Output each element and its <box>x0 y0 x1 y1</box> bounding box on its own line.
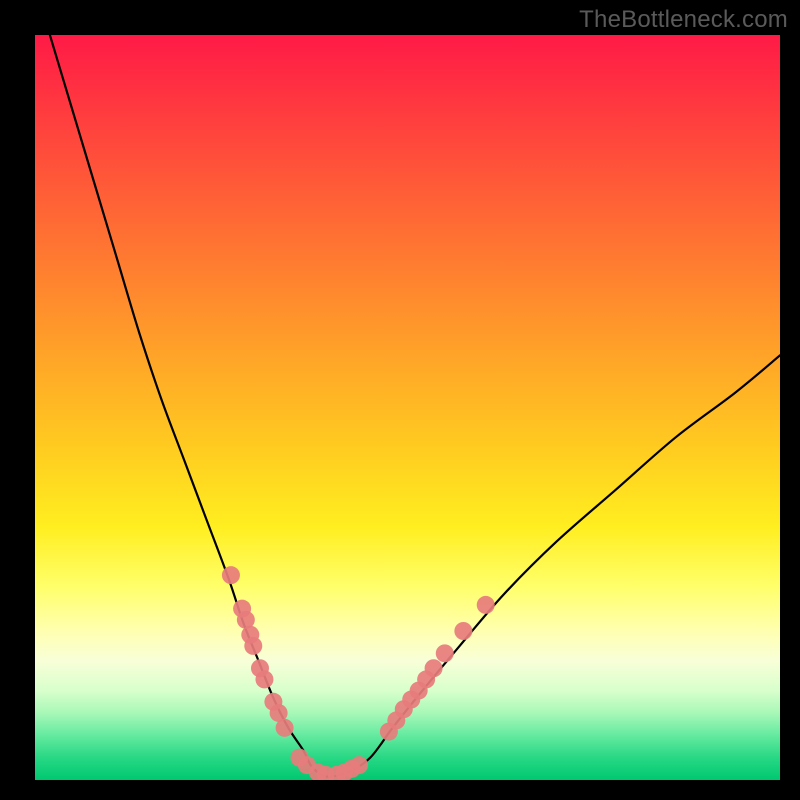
data-marker <box>436 644 454 662</box>
data-marker <box>454 622 472 640</box>
bottleneck-curve <box>50 35 780 777</box>
marker-layer <box>222 566 495 780</box>
data-marker <box>477 596 495 614</box>
data-marker <box>276 719 294 737</box>
data-marker <box>255 670 273 688</box>
data-marker <box>350 756 368 774</box>
data-marker <box>425 659 443 677</box>
data-marker <box>244 637 262 655</box>
curve-overlay <box>35 35 780 780</box>
chart-frame: TheBottleneck.com <box>0 0 800 800</box>
watermark-text: TheBottleneck.com <box>579 6 788 34</box>
data-marker <box>222 566 240 584</box>
plot-area <box>35 35 780 780</box>
